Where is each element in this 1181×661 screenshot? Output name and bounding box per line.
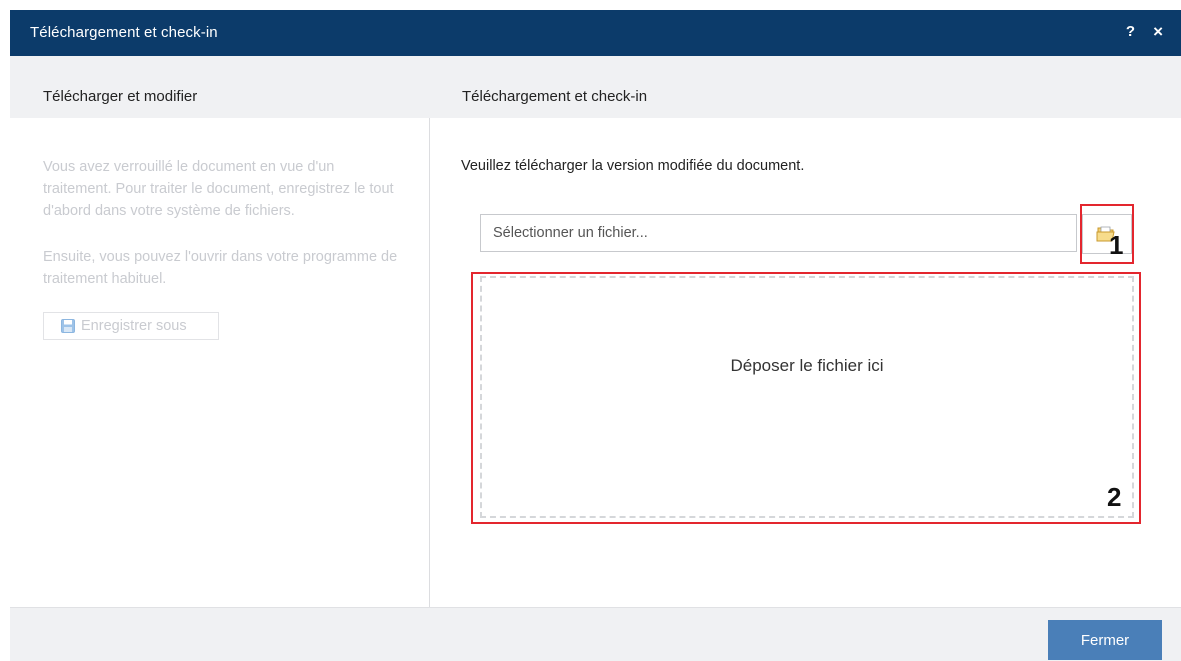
right-panel-heading: Téléchargement et check-in [462,88,648,105]
info-paragraph-1: Vous avez verrouillé le document en vue … [43,159,394,219]
close-button[interactable]: Fermer [1048,620,1162,660]
save-as-label: Enregistrer sous [81,318,187,334]
dialog-titlebar: Téléchargement et check-in ? × [10,10,1181,56]
upload-checkin-dialog: Téléchargement et check-in ? × Télécharg… [10,10,1181,661]
highlight-box-2 [471,272,1141,524]
info-paragraph-2: Ensuite, vous pouvez l'ouvrir dans votre… [43,249,398,287]
dialog-footer [10,607,1181,661]
annotation-marker-1: 1 [1109,230,1124,260]
file-path-input[interactable] [480,214,1077,252]
save-as-button[interactable]: Enregistrer sous [43,312,219,340]
left-panel-heading: Télécharger et modifier [43,88,198,105]
close-icon[interactable]: × [1153,22,1163,42]
help-icon[interactable]: ? [1126,23,1135,40]
instruction-text: Veuillez télécharger la version modifiée… [461,158,805,174]
highlight-box-1 [1080,204,1134,264]
floppy-disk-icon [61,319,75,333]
annotation-marker-2: 2 [1107,482,1122,512]
dialog-title: Téléchargement et check-in [30,24,218,41]
